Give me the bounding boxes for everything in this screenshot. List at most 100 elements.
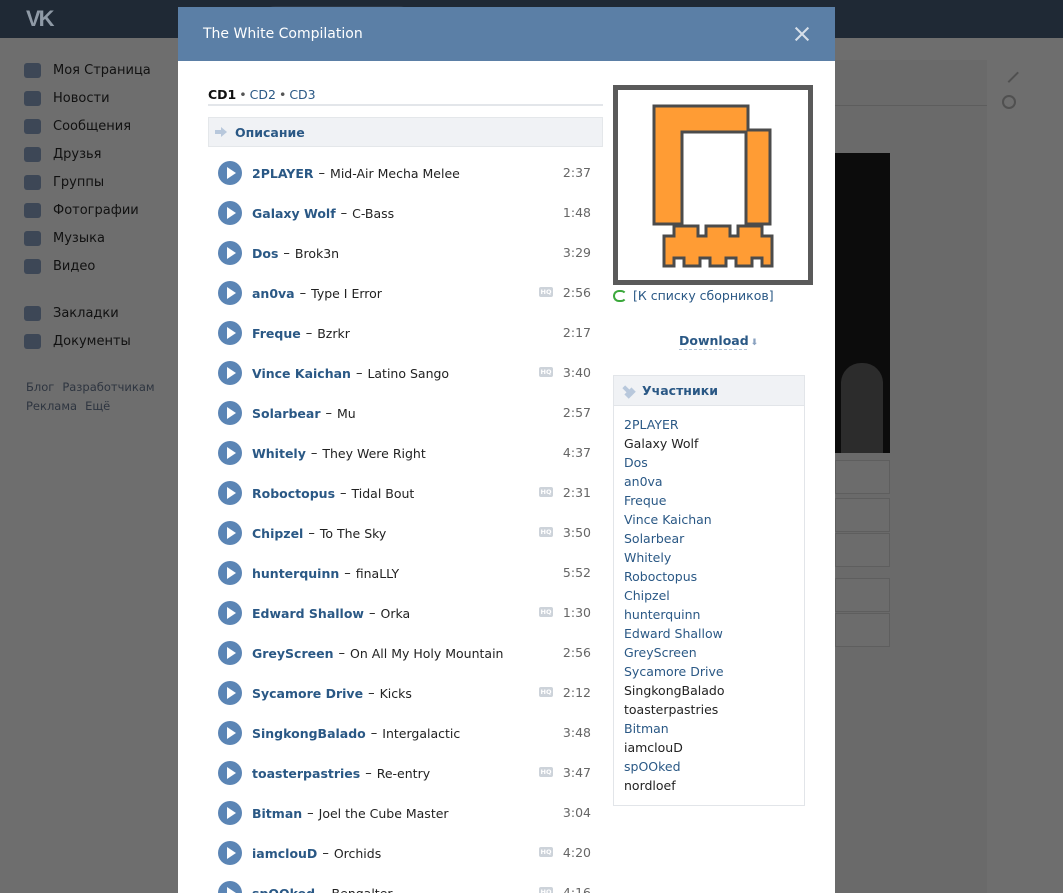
menu-item[interactable]: Фотографии — [24, 196, 184, 224]
menu-item[interactable]: Закладки — [24, 299, 184, 327]
play-icon[interactable] — [218, 481, 242, 505]
track-row[interactable]: Dos – Brok3n 3:29 — [208, 233, 603, 273]
background-row — [835, 578, 890, 612]
track-artist[interactable]: Bitman — [252, 806, 302, 821]
track-row[interactable]: Whitely – They Were Right 4:37 — [208, 433, 603, 473]
participant-item[interactable]: Dos — [624, 455, 794, 474]
track-artist[interactable]: iamclouD — [252, 846, 317, 861]
track-artist[interactable]: Whitely — [252, 446, 306, 461]
play-icon[interactable] — [218, 761, 242, 785]
play-icon[interactable] — [218, 361, 242, 385]
footer-ads-link[interactable]: Реклама — [26, 399, 77, 413]
play-icon[interactable] — [218, 641, 242, 665]
footer-more-link[interactable]: Ещё — [85, 399, 110, 413]
track-artist[interactable]: Dos — [252, 246, 278, 261]
track-row[interactable]: Chipzel – To The Sky HQ 3:50 — [208, 513, 603, 553]
track-row[interactable]: Sycamore Drive – Kicks HQ 2:12 — [208, 673, 603, 713]
track-row[interactable]: spOOked – Bengalter HQ 4:16 — [208, 873, 603, 893]
track-separator: – — [355, 365, 363, 381]
play-icon[interactable] — [218, 681, 242, 705]
menu-item[interactable]: Моя Страница — [24, 56, 184, 84]
play-icon[interactable] — [218, 721, 242, 745]
participant-item[interactable]: Vince Kaichan — [624, 512, 794, 531]
track-artist[interactable]: 2PLAYER — [252, 166, 314, 181]
track-row[interactable]: Roboctopus – Tidal Bout HQ 2:31 — [208, 473, 603, 513]
track-artist[interactable]: SingkongBalado — [252, 726, 366, 741]
track-artist[interactable]: Roboctopus — [252, 486, 335, 501]
tab-cd2[interactable]: CD2 — [250, 87, 276, 102]
play-icon[interactable] — [218, 881, 242, 893]
track-row[interactable]: Freque – Bzrkr 2:17 — [208, 313, 603, 353]
track-row[interactable]: hunterquinn – finaLLY 5:52 — [208, 553, 603, 593]
track-row[interactable]: Vince Kaichan – Latino Sango HQ 3:40 — [208, 353, 603, 393]
tab-cd1[interactable]: CD1 — [208, 87, 236, 102]
track-row[interactable]: an0va – Type I Error HQ 2:56 — [208, 273, 603, 313]
track-artist[interactable]: Sycamore Drive — [252, 686, 363, 701]
participant-item[interactable]: Bitman — [624, 721, 794, 740]
menu-item[interactable]: Новости — [24, 84, 184, 112]
participant-item[interactable]: spOOked — [624, 759, 794, 778]
participants-header[interactable]: Участники — [614, 376, 804, 406]
play-icon[interactable] — [218, 561, 242, 585]
menu-item[interactable]: Документы — [24, 327, 184, 355]
track-row[interactable]: Bitman – Joel the Cube Master 3:04 — [208, 793, 603, 833]
participant-item[interactable]: 2PLAYER — [624, 417, 794, 436]
participant-item[interactable]: hunterquinn — [624, 607, 794, 626]
track-artist[interactable]: spOOked — [252, 886, 315, 893]
back-to-compilations-link[interactable]: [К списку сборников] — [613, 288, 813, 303]
menu-item[interactable]: Музыка — [24, 224, 184, 252]
menu-item[interactable]: Друзья — [24, 140, 184, 168]
track-artist[interactable]: Freque — [252, 326, 301, 341]
play-icon[interactable] — [218, 281, 242, 305]
track-artist[interactable]: an0va — [252, 286, 295, 301]
play-icon[interactable] — [218, 321, 242, 345]
track-row[interactable]: 2PLAYER – Mid-Air Mecha Melee 2:37 — [208, 153, 603, 193]
track-title: Latino Sango — [367, 365, 450, 381]
track-row[interactable]: toasterpastries – Re-entry HQ 3:47 — [208, 753, 603, 793]
track-duration: 4:16 — [562, 885, 591, 893]
play-icon[interactable] — [218, 521, 242, 545]
track-artist[interactable]: toasterpastries — [252, 766, 360, 781]
footer-blog-link[interactable]: Блог — [26, 380, 54, 394]
track-row[interactable]: iamclouD – Orchids HQ 4:20 — [208, 833, 603, 873]
menu-item[interactable]: Группы — [24, 168, 184, 196]
footer-dev-link[interactable]: Разработчикам — [62, 380, 154, 394]
play-icon[interactable] — [218, 841, 242, 865]
track-artist[interactable]: hunterquinn — [252, 566, 339, 581]
track-artist[interactable]: Vince Kaichan — [252, 366, 351, 381]
participant-item[interactable]: Edward Shallow — [624, 626, 794, 645]
track-row[interactable]: Solarbear – Mu 2:57 — [208, 393, 603, 433]
play-icon[interactable] — [218, 241, 242, 265]
download-button[interactable]: Download ⬇ — [679, 333, 758, 350]
participant-item[interactable]: Solarbear — [624, 531, 794, 550]
track-artist[interactable]: Solarbear — [252, 406, 321, 421]
participant-item[interactable]: Roboctopus — [624, 569, 794, 588]
description-toggle[interactable]: Описание — [208, 117, 603, 147]
track-artist[interactable]: Galaxy Wolf — [252, 206, 336, 221]
track-artist[interactable]: GreyScreen — [252, 646, 333, 661]
description-label: Описание — [235, 124, 305, 140]
track-artist[interactable]: Chipzel — [252, 526, 303, 541]
participant-item[interactable]: Freque — [624, 493, 794, 512]
track-row[interactable]: Galaxy Wolf – C-Bass 1:48 — [208, 193, 603, 233]
participant-item[interactable]: Whitely — [624, 550, 794, 569]
participant-item[interactable]: GreyScreen — [624, 645, 794, 664]
menu-item[interactable]: Сообщения — [24, 112, 184, 140]
track-artist[interactable]: Edward Shallow — [252, 606, 364, 621]
close-icon[interactable] — [793, 25, 811, 43]
vk-logo[interactable]: VK — [26, 6, 60, 31]
play-icon[interactable] — [218, 161, 242, 185]
track-row[interactable]: SingkongBalado – Intergalactic 3:48 — [208, 713, 603, 753]
menu-item[interactable]: Видео — [24, 252, 184, 280]
participant-item[interactable]: Chipzel — [624, 588, 794, 607]
track-row[interactable]: GreyScreen – On All My Holy Mountain 2:56 — [208, 633, 603, 673]
participant-item[interactable]: an0va — [624, 474, 794, 493]
participant-item[interactable]: Sycamore Drive — [624, 664, 794, 683]
play-icon[interactable] — [218, 441, 242, 465]
play-icon[interactable] — [218, 801, 242, 825]
track-row[interactable]: Edward Shallow – Orka HQ 1:30 — [208, 593, 603, 633]
play-icon[interactable] — [218, 401, 242, 425]
tab-cd3[interactable]: CD3 — [289, 87, 315, 102]
play-icon[interactable] — [218, 201, 242, 225]
play-icon[interactable] — [218, 601, 242, 625]
